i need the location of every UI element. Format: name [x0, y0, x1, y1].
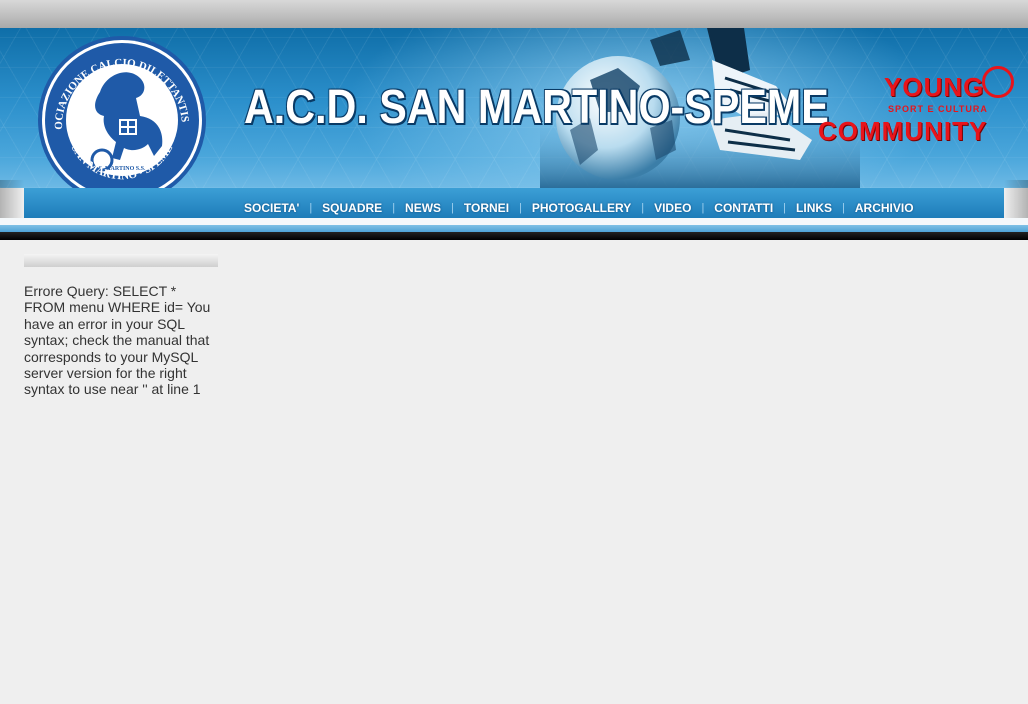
sidebar-header-bar — [24, 254, 218, 267]
nav-separator: | — [701, 202, 705, 214]
nav-separator: | — [783, 202, 787, 214]
header-white-stripe — [0, 218, 1028, 225]
sponsor-badge-icon — [982, 66, 1014, 98]
sponsor-community-text: COMMUNITY — [818, 116, 988, 146]
top-strip — [0, 0, 1028, 28]
sponsor-subtitle: SPORT E CULTURA — [888, 104, 988, 114]
nav-separator: | — [519, 202, 522, 214]
nav-separator: | — [309, 202, 313, 214]
nav-item-video[interactable]: VIDEO — [654, 201, 691, 215]
young-community-logo[interactable]: YOUNG SPORT E CULTURA COMMUNITY — [814, 62, 1014, 182]
nav-separator: | — [451, 202, 454, 214]
nav-item-links[interactable]: LINKS — [796, 201, 832, 215]
nav-item-contatti[interactable]: CONTATTI — [714, 201, 773, 215]
nav-item-archivio[interactable]: ARCHIVIO — [855, 201, 914, 215]
nav-separator: | — [392, 202, 396, 214]
nav-item-news[interactable]: NEWS — [405, 201, 441, 215]
nav-item-tornei[interactable]: TORNEI — [464, 201, 509, 215]
header-blue-stripe — [0, 225, 1028, 232]
site-title: A.C.D. SAN MARTINO-SPEME — [244, 81, 829, 134]
sponsor-young-text: YOUNG — [884, 72, 985, 102]
club-logo: S. MARTINO S.S. ASSOCIAZIONE CALCIO DILE… — [36, 34, 206, 188]
sql-error-message: Errore Query: SELECT * FROM menu WHERE i… — [24, 283, 211, 398]
nav-item-photogallery[interactable]: PHOTOGALLERY — [532, 201, 631, 215]
header-banner: S. MARTINO S.S. ASSOCIAZIONE CALCIO DILE… — [0, 28, 1028, 188]
main-nav: SOCIETA' | SQUADRE | NEWS | TORNEI | PHO… — [244, 200, 914, 216]
header-black-bar — [0, 232, 1028, 240]
nav-separator: | — [842, 202, 845, 214]
nav-separator: | — [641, 202, 645, 214]
nav-item-squadre[interactable]: SQUADRE — [322, 201, 382, 215]
nav-item-societa[interactable]: SOCIETA' — [244, 201, 299, 215]
